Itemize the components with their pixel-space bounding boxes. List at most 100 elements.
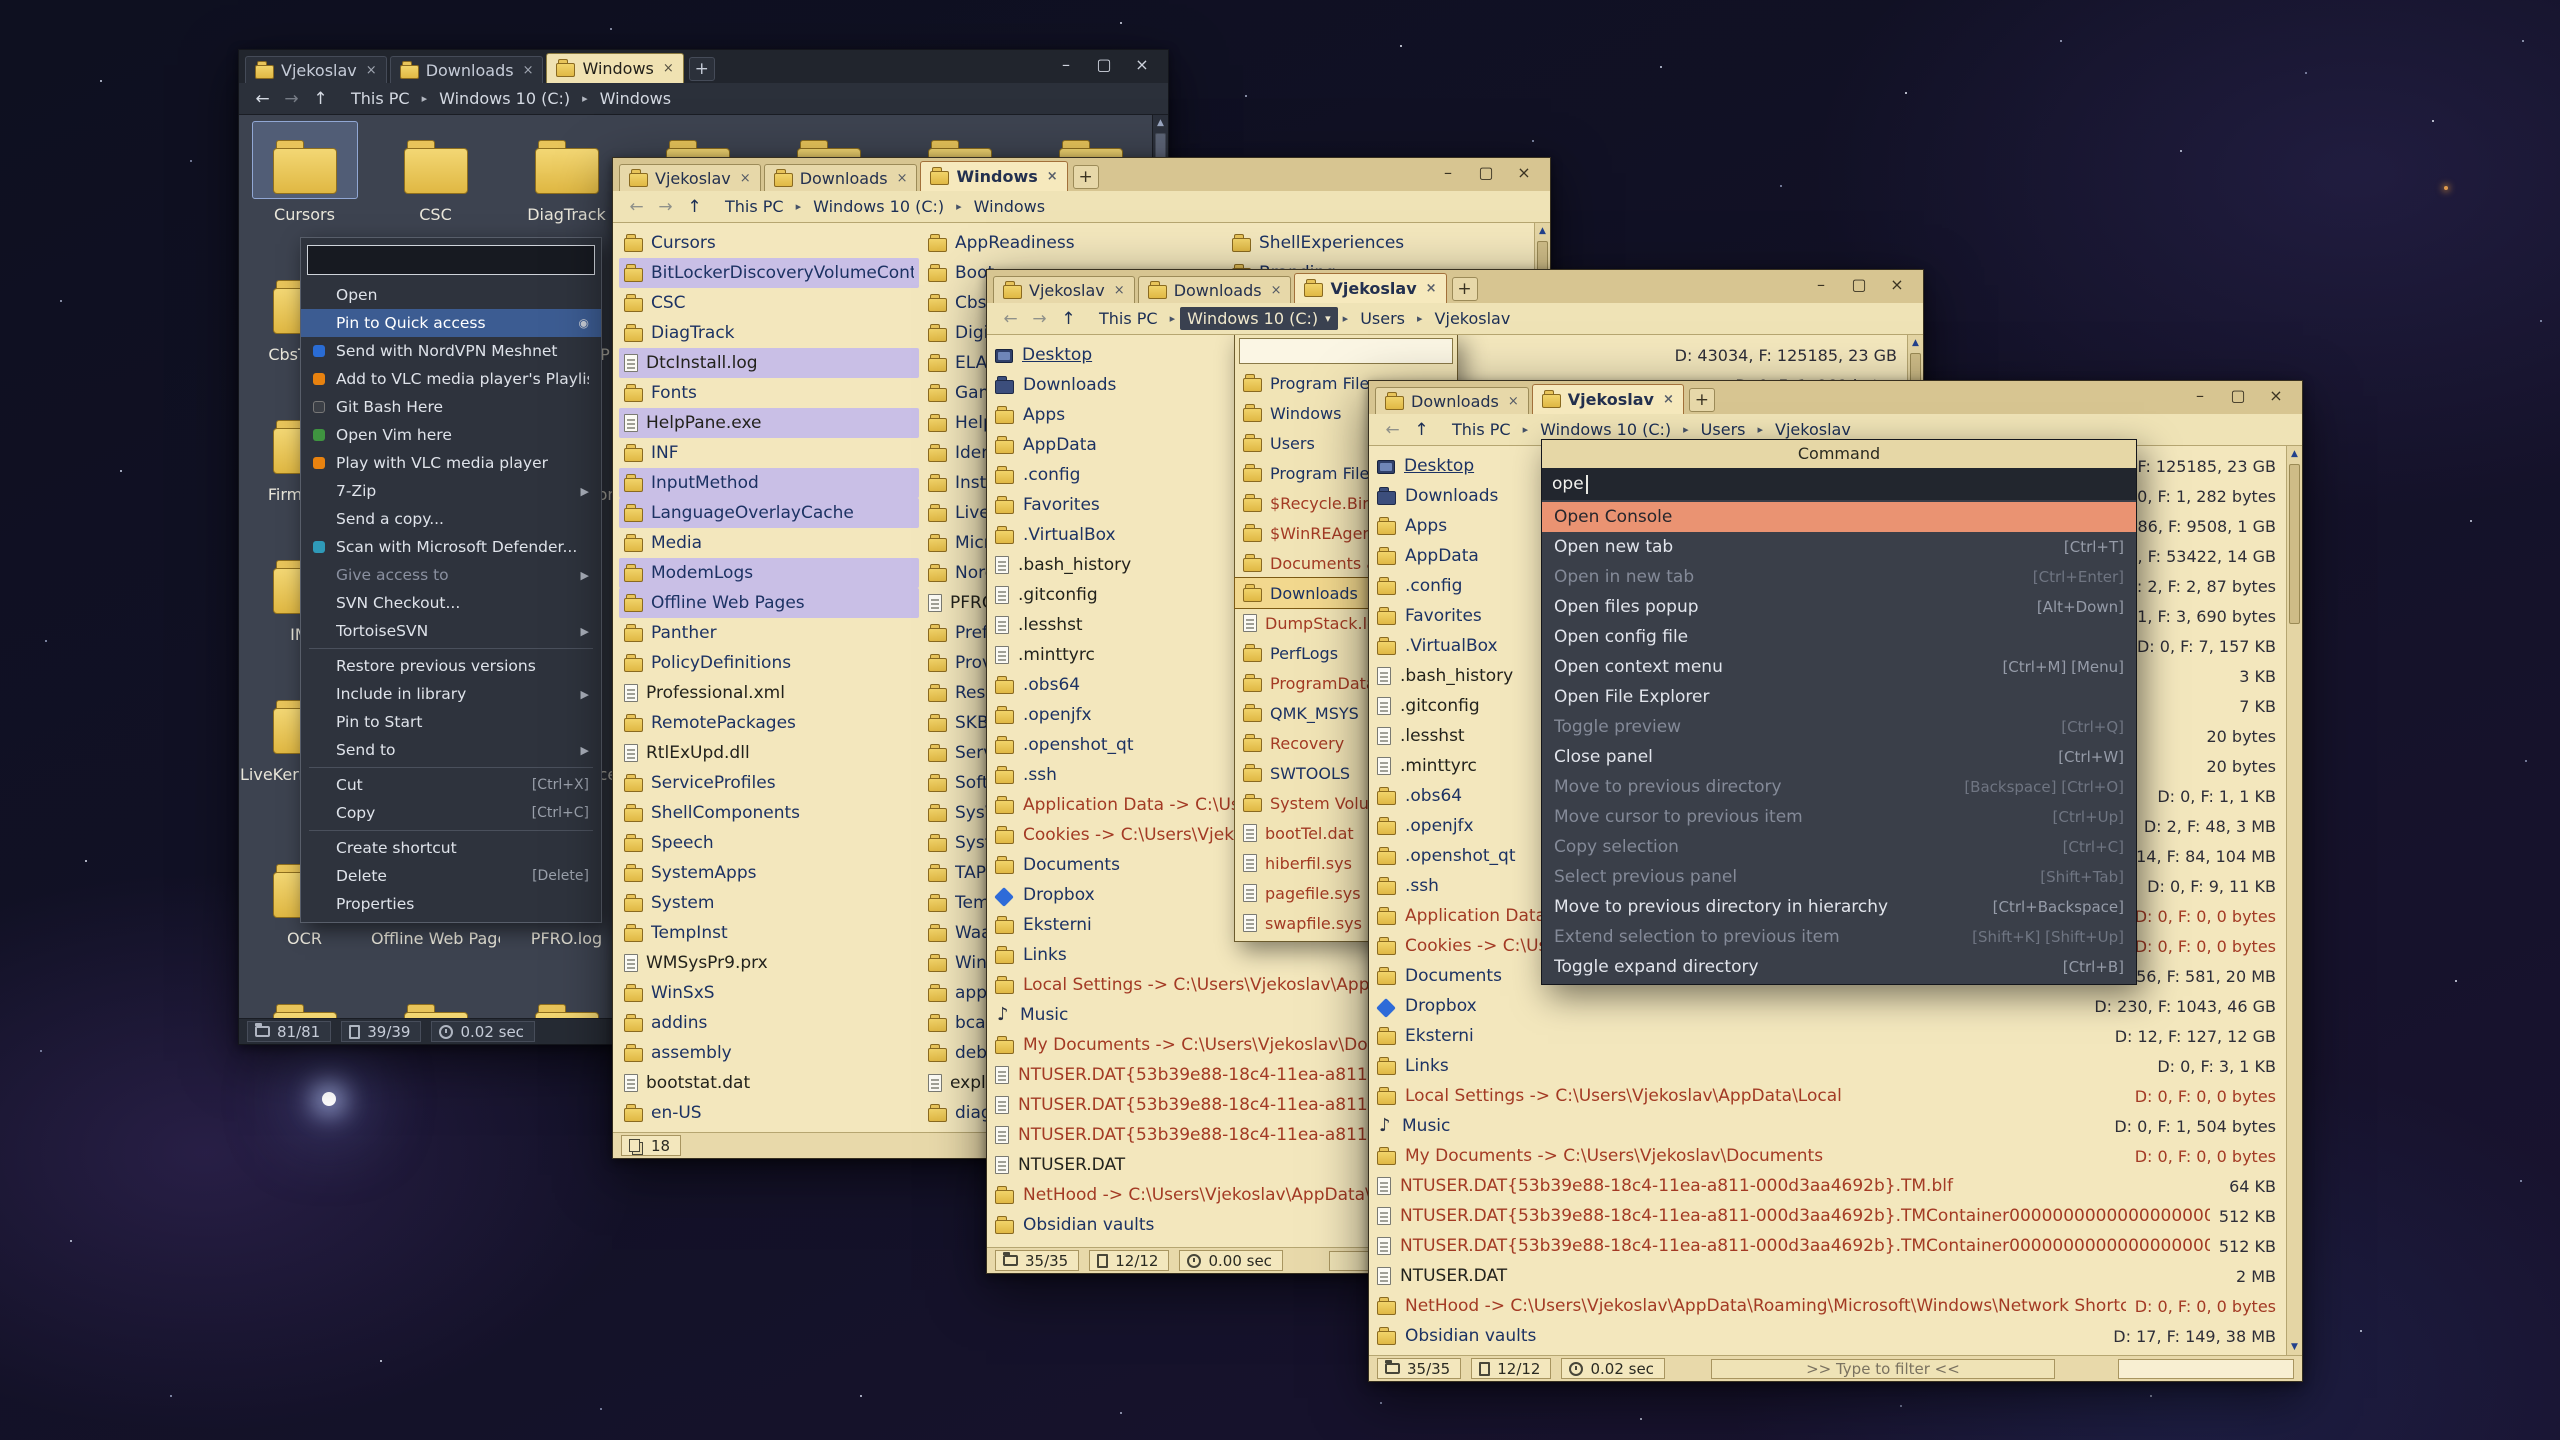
command-item-move-to-previous-directory[interactable]: Move to previous directory[Backspace] [C… [1542,772,2136,802]
command-item-open-console[interactable]: Open Console [1542,502,2136,532]
tab-close-icon[interactable]: × [1663,392,1674,407]
menu-item-pin-to-quick-access[interactable]: Pin to Quick access◉ [301,309,601,337]
file-item-csc[interactable]: CSC [619,288,919,318]
tab-close-icon[interactable]: × [897,171,908,186]
tab-downloads[interactable]: Downloads× [1138,276,1292,303]
breadcrumb-segment-users[interactable]: Users [1353,307,1412,330]
close-button[interactable]: × [1879,273,1915,297]
up-icon[interactable]: ↑ [307,89,334,109]
file-item-remotepackages[interactable]: RemotePackages [619,708,919,738]
file-item-dtcinstall-log[interactable]: DtcInstall.log [619,348,919,378]
file-item-offline-web-pages[interactable]: Offline Web Pages [619,588,919,618]
tab-downloads[interactable]: Downloads× [764,164,918,191]
file-item-bootstat-dat[interactable]: bootstat.dat [619,1068,919,1098]
file-item-policydefinitions[interactable]: PolicyDefinitions [619,648,919,678]
maximize-button[interactable]: ▢ [1086,53,1122,77]
file-item-inf[interactable]: INF [619,438,919,468]
breadcrumb-segment-this-pc[interactable]: This PC [344,87,417,110]
file-item-tempinst[interactable]: TempInst [619,918,919,948]
menu-item-svn-checkout[interactable]: SVN Checkout... [301,589,601,617]
file-item-inputmethod[interactable]: InputMethod [619,468,919,498]
maximize-button[interactable]: ▢ [1468,161,1504,185]
file-item-cursors[interactable]: Cursors [619,228,919,258]
file-item-modemlogs[interactable]: ModemLogs [619,558,919,588]
breadcrumb-segment-this-pc[interactable]: This PC [1445,418,1518,441]
breadcrumb-segment-windows[interactable]: Windows [593,87,678,110]
file-item-shellcomponents[interactable]: ShellComponents [619,798,919,828]
command-item-move-to-previous-directory-in-hierarchy[interactable]: Move to previous directory in hierarchy[… [1542,892,2136,922]
menu-item-add-to-vlc-media-player-s-playlist[interactable]: Add to VLC media player's Playlist [301,365,601,393]
breadcrumb-segment-windows-10-c[interactable]: Windows 10 (C:) [1533,418,1678,441]
tab-close-icon[interactable]: × [366,63,377,78]
command-item-select-previous-panel[interactable]: Select previous panel[Shift+Tab] [1542,862,2136,892]
command-input[interactable]: ope [1542,468,2136,500]
menu-item-open-vim-here[interactable]: Open Vim here [301,421,601,449]
file-item-professional-xml[interactable]: Professional.xml [619,678,919,708]
file-item-winsxs[interactable]: WinSxS [619,978,919,1008]
file-item-media[interactable]: Media [619,528,919,558]
close-button[interactable]: × [2258,384,2294,408]
titlebar[interactable]: Vjekoslav×Downloads×Windows×+ – ▢ × [239,50,1168,83]
menu-item-include-in-library[interactable]: Include in library▶ [301,680,601,708]
file-item-systemapps[interactable]: SystemApps [619,858,919,888]
tab-downloads[interactable]: Downloads× [1375,387,1529,414]
breadcrumb-segment-windows-10-c[interactable]: Windows 10 (C:) [806,195,951,218]
file-item-diagtrack[interactable]: DiagTrack [619,318,919,348]
new-tab-button[interactable]: + [1073,165,1099,189]
file-item-local-settings[interactable]: Local Settings -> C:\Users\Vjekoslav\App… [1369,1081,2302,1111]
maximize-button[interactable]: ▢ [1841,273,1877,297]
maximize-button[interactable]: ▢ [2220,384,2256,408]
tab-close-icon[interactable]: × [740,171,751,186]
menu-item-play-with-vlc-media-player[interactable]: Play with VLC media player [301,449,601,477]
file-item-nethood[interactable]: NetHood -> C:\Users\Vjekoslav\AppData\Ro… [1369,1291,2302,1321]
menu-item-cut[interactable]: Cut[Ctrl+X] [301,771,601,799]
file-item-ntuser-dat-53b39e88-18c4-11ea-a811-000d3aa4692b-[interactable]: NTUSER.DAT{53b39e88-18c4-11ea-a811-000d3… [1369,1171,2302,1201]
scroll-up-icon[interactable]: ▲ [1535,223,1550,239]
file-item-ntuser-dat-53b39e88-18c4-11ea-a811-000d3aa4692b-[interactable]: NTUSER.DAT{53b39e88-18c4-11ea-a811-000d3… [1369,1201,2302,1231]
minimize-button[interactable]: – [2182,384,2218,408]
breadcrumb-segment-this-pc[interactable]: This PC [718,195,791,218]
command-item-open-file-explorer[interactable]: Open File Explorer [1542,682,2136,712]
up-icon[interactable]: ↑ [1055,309,1082,329]
up-icon[interactable]: ↑ [681,197,708,217]
breadcrumb-segment-this-pc[interactable]: This PC [1092,307,1165,330]
file-item-ntuser-dat-53b39e88-18c4-11ea-a811-000d3aa4692b-[interactable]: NTUSER.DAT{53b39e88-18c4-11ea-a811-000d3… [1369,1231,2302,1261]
file-item-links[interactable]: LinksD: 0, F: 3, 1 KB [1369,1051,2302,1081]
file-item-languageoverlaycache[interactable]: LanguageOverlayCache [619,498,919,528]
menu-item-send-to[interactable]: Send to▶ [301,736,601,764]
tab-vjekoslav[interactable]: Vjekoslav× [1532,384,1684,414]
up-icon[interactable]: ↑ [1408,420,1435,440]
menu-item-send-with-nordvpn-meshnet[interactable]: Send with NordVPN Meshnet [301,337,601,365]
menu-item-create-shortcut[interactable]: Create shortcut [301,834,601,862]
tab-close-icon[interactable]: × [1047,169,1058,184]
command-item-toggle-preview[interactable]: Toggle preview[Ctrl+Q] [1542,712,2136,742]
tab-close-icon[interactable]: × [663,61,674,76]
tab-close-icon[interactable]: × [1426,281,1437,296]
vertical-scrollbar[interactable]: ▲ ▼ [2286,446,2302,1355]
file-item-my-documents[interactable]: My Documents -> C:\Users\Vjekoslav\Docum… [1369,1141,2302,1171]
menu-item-pin-to-start[interactable]: Pin to Start [301,708,601,736]
tab-windows[interactable]: Windows× [920,161,1067,191]
breadcrumb-segment-windows-10-c[interactable]: Windows 10 (C:) [432,87,577,110]
menu-item-give-access-to[interactable]: Give access to▶ [301,561,601,589]
breadcrumb-segment-windows[interactable]: Windows [967,195,1052,218]
command-item-move-cursor-to-previous-item[interactable]: Move cursor to previous item[Ctrl+Up] [1542,802,2136,832]
command-item-close-panel[interactable]: Close panel[Ctrl+W] [1542,742,2136,772]
command-item-toggle-expand-directory[interactable]: Toggle expand directory[Ctrl+B] [1542,952,2136,982]
file-item-fonts[interactable]: Fonts [619,378,919,408]
file-item-en-us[interactable]: en-US [619,1098,919,1128]
menu-item-open[interactable]: Open [301,281,601,309]
menu-item-7-zip[interactable]: 7-Zip▶ [301,477,601,505]
new-tab-button[interactable]: + [1689,388,1715,412]
forward-icon[interactable]: → [278,89,305,109]
dropdown-filter-input[interactable] [1239,338,1453,364]
menu-item-tortoisesvn[interactable]: TortoiseSVN▶ [301,617,601,645]
type-to-filter-hint[interactable]: >> Type to filter << [1711,1359,2055,1379]
forward-icon[interactable]: → [1026,309,1053,329]
file-item-ntuser-dat[interactable]: NTUSER.DAT2 MB [1369,1261,2302,1291]
close-button[interactable]: × [1124,53,1160,77]
command-item-open-new-tab[interactable]: Open new tab[Ctrl+T] [1542,532,2136,562]
tab-vjekoslav[interactable]: Vjekoslav× [1294,273,1446,303]
menu-item-git-bash-here[interactable]: Git Bash Here [301,393,601,421]
back-icon[interactable]: ← [997,309,1024,329]
